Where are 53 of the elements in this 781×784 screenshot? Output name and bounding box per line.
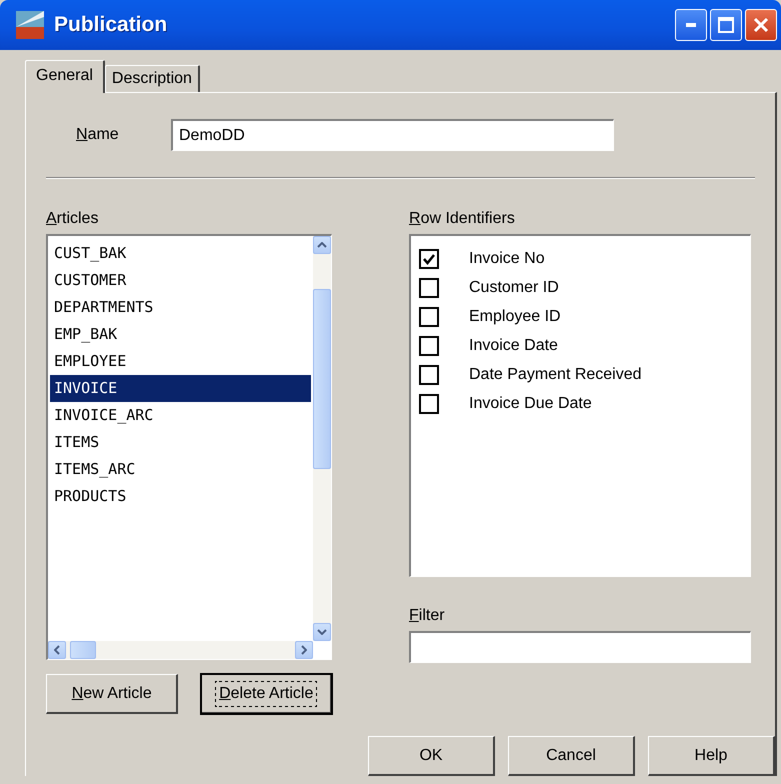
list-item[interactable]: CUST_BAK — [50, 240, 311, 267]
checkmark-icon — [423, 252, 435, 264]
scroll-up-icon[interactable] — [313, 236, 331, 254]
minimize-icon — [686, 23, 696, 27]
row-identifiers-label: Row Identifiers — [409, 210, 515, 228]
filter-label: Filter — [409, 607, 445, 625]
list-item[interactable]: DEPARTMENTS — [50, 294, 311, 321]
scroll-right-icon[interactable] — [295, 641, 313, 659]
tab[interactable]: Description — [104, 65, 200, 92]
checkbox-label: Date Payment Received — [469, 366, 642, 384]
name-field[interactable]: DemoDD — [171, 119, 614, 151]
filter-field[interactable] — [409, 631, 751, 663]
close-icon — [753, 17, 769, 33]
list-item[interactable]: ITEMS_ARC — [50, 456, 311, 483]
minimize-button[interactable] — [675, 9, 707, 41]
article-button[interactable]: New Article — [46, 674, 178, 714]
checkbox[interactable] — [419, 278, 439, 298]
checkbox-label: Invoice Date — [469, 336, 558, 354]
article-button[interactable]: Delete Article — [201, 674, 332, 714]
scroll-thumb[interactable] — [313, 288, 331, 468]
maximize-icon — [718, 17, 734, 33]
dialog-button[interactable]: Help — [648, 736, 775, 776]
scroll-left-icon[interactable] — [48, 641, 66, 659]
articles-list[interactable]: CUST_BAK CUSTOMER DEPARTMENTS EMP_BAK EMPLOYEE INVOICE INVOICE_ARC ITEMS ITEMS_ARC PRODUCTS — [46, 234, 332, 660]
checkbox[interactable] — [419, 394, 439, 414]
checkbox[interactable] — [419, 364, 439, 384]
checkbox[interactable] — [419, 306, 439, 326]
list-item[interactable]: EMPLOYEE — [50, 348, 311, 375]
maximize-button[interactable] — [710, 9, 742, 41]
checkbox[interactable] — [419, 248, 439, 268]
horizontal-scrollbar[interactable] — [48, 641, 313, 659]
list-item[interactable]: INVOICE_ARC — [50, 402, 311, 429]
list-item[interactable]: ITEMS — [50, 429, 311, 456]
checkbox-label: Customer ID — [469, 278, 559, 296]
articles-label: Articles — [46, 210, 98, 228]
list-item[interactable]: CUSTOMER — [50, 267, 311, 294]
list-item[interactable]: PRODUCTS — [50, 483, 311, 510]
dialog-button[interactable]: OK — [368, 736, 495, 776]
checkbox-label: Invoice No — [469, 250, 545, 268]
window-title: Publication — [54, 13, 168, 37]
list-item[interactable]: EMP_BAK — [50, 321, 311, 348]
dialog-button[interactable]: Cancel — [508, 736, 635, 776]
list-item[interactable]: INVOICE — [50, 375, 311, 402]
name-label: Name — [76, 126, 120, 144]
checkbox-label: Employee ID — [469, 308, 561, 326]
checkbox-label: Invoice Due Date — [469, 394, 592, 412]
scroll-down-icon[interactable] — [313, 623, 331, 641]
tab[interactable]: General — [25, 60, 105, 93]
scroll-thumb[interactable] — [70, 641, 96, 659]
checkbox[interactable] — [419, 336, 439, 356]
app-icon — [16, 11, 44, 39]
close-button[interactable] — [745, 9, 777, 41]
vertical-scrollbar[interactable] — [313, 236, 331, 641]
